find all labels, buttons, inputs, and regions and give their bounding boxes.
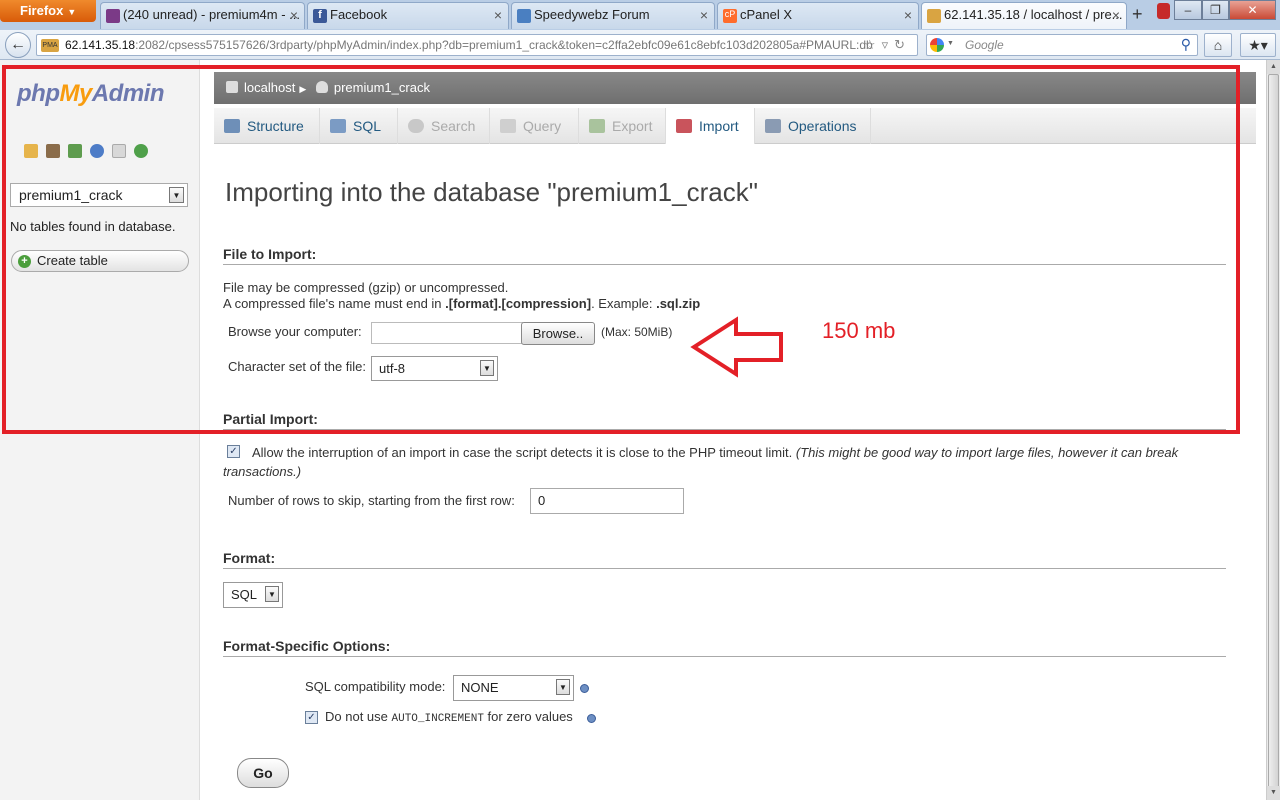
dropdown-icon[interactable]: ▿ [882,37,895,52]
minimize-icon[interactable]: – [1174,0,1202,20]
format-specific-options-heading: Format-Specific Options: [223,638,1226,657]
firefox-menu-button[interactable]: Firefox ▼ [0,0,96,22]
no-auto-increment-checkbox[interactable]: ✓ [305,711,318,724]
url-bar-icons: ☆▿↻ [864,37,911,53]
chevron-down-icon[interactable]: ▼ [265,586,279,602]
home-icon[interactable]: ⌂ [1204,33,1232,57]
browser-tab-facebook[interactable]: f Facebook × [307,2,509,29]
compat-mode-value: NONE [461,680,499,695]
no-auto-increment-label: Do not use [325,709,392,724]
go-button[interactable]: Go [237,758,289,788]
compat-mode-select[interactable]: NONE ▼ [453,675,574,701]
chevron-down-icon[interactable]: ▼ [947,40,954,47]
browser-tab-title: Facebook [330,7,388,22]
no-auto-increment-text: Do not use AUTO_INCREMENT for zero value… [325,709,573,725]
url-host: 62.141.35.18 [65,38,136,52]
google-icon[interactable] [930,38,944,52]
format-value: SQL [231,587,258,602]
browser-tab-title: (240 unread) - premium4m - ... [123,7,301,22]
browser-tab-title: cPanel X [740,7,793,22]
skip-rows-label: Number of rows to skip, starting from th… [228,493,515,508]
browser-tab-premium4m[interactable]: (240 unread) - premium4m - ... × [100,2,305,29]
skip-rows-input[interactable]: 0 [530,488,684,514]
chevron-down-icon: ▼ [67,7,77,17]
annotation-highlight-box [2,65,1240,434]
url-path: :2082/cpsess575157626/3rdparty/phpMyAdmi… [135,38,873,52]
close-icon[interactable]: × [904,7,912,23]
browser-tab-speedywebz[interactable]: Speedywebz Forum × [511,2,715,29]
facebook-icon: f [313,9,327,23]
no-auto-increment-label: for zero values [483,709,573,724]
address-bar[interactable]: PMA 62.141.35.18:2082/cpsess575157626/3r… [36,34,918,56]
yahoo-mail-icon [106,9,120,23]
browser-tab-title: Speedywebz Forum [534,7,650,22]
help-icon[interactable] [587,714,596,723]
browser-tab-phpmyadmin[interactable]: 62.141.35.18 / localhost / pre... × [921,2,1127,29]
scroll-up-icon[interactable]: ▲ [1267,60,1280,74]
firefox-menu-label: Firefox [20,3,64,18]
close-icon[interactable]: × [494,7,502,23]
browser-tab-title: 62.141.35.18 / localhost / pre... [944,7,1123,22]
search-placeholder: Google [965,38,1004,52]
star-icon[interactable]: ☆ [864,37,882,52]
allow-interrupt-text: Allow the interruption of an import in c… [223,443,1223,481]
cpanel-icon: cP [723,9,737,23]
chevron-down-icon[interactable]: ▼ [556,679,570,695]
scroll-down-icon[interactable]: ▼ [1267,786,1280,800]
annotation-label: 150 mb [822,318,896,343]
format-heading: Format: [223,550,1226,569]
forum-icon [517,9,531,23]
site-identity-icon: PMA [41,39,59,52]
page-scrollbar[interactable]: ▲ ▼ [1266,60,1280,800]
close-icon[interactable]: × [1112,7,1120,23]
format-select[interactable]: SQL ▼ [223,582,283,608]
allow-interrupt-label: Allow the interruption of an import in c… [252,445,793,460]
close-window-icon[interactable]: ✕ [1229,0,1276,20]
addon-shield-icon[interactable] [1157,3,1170,19]
new-tab-plus-icon[interactable]: + [1132,4,1143,25]
auto-increment-code: AUTO_INCREMENT [391,713,484,725]
browser-tab-cpanel[interactable]: cP cPanel X × [717,2,919,29]
restore-icon[interactable]: ❐ [1202,0,1229,20]
search-icon[interactable]: ⚲ [1181,36,1191,53]
help-icon[interactable] [580,684,589,693]
browser-tabstrip: Firefox ▼ (240 unread) - premium4m - ... … [0,0,1280,30]
reload-icon[interactable]: ↻ [894,37,911,52]
search-bar[interactable]: ▼ Google ⚲ [926,34,1198,56]
pma-icon [927,9,941,23]
back-arrow-icon[interactable]: ← [5,32,31,58]
annotation-arrow-icon [690,316,783,378]
close-icon[interactable]: × [290,7,298,23]
browser-navbar: ← PMA 62.141.35.18:2082/cpsess575157626/… [0,30,1280,60]
compat-mode-label: SQL compatibility mode: [305,679,446,694]
scrollbar-thumb[interactable] [1268,74,1279,790]
bookmarks-icon[interactable]: ★▾ [1240,33,1276,57]
close-icon[interactable]: × [700,7,708,23]
